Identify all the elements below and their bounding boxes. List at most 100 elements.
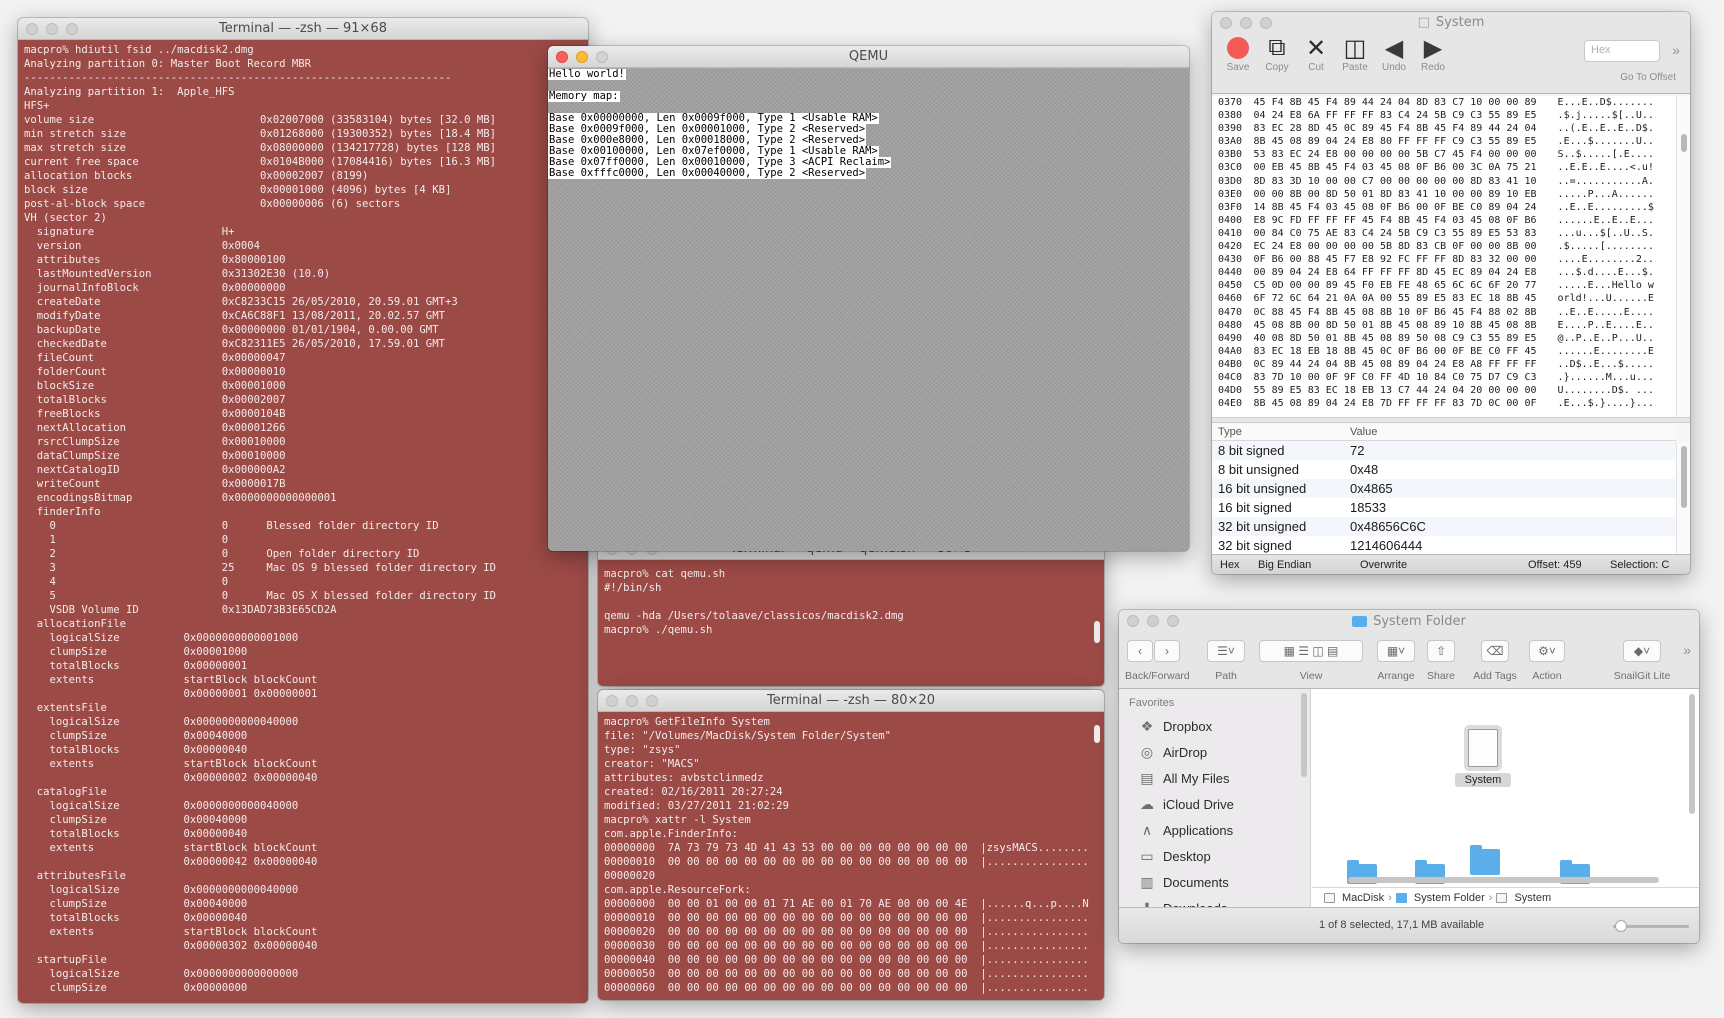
qemu-titlebar[interactable]: QEMU bbox=[548, 46, 1189, 68]
hex-bytes[interactable]: C5 0D 00 00 89 45 F0 EB FE 48 65 6C 6C 6… bbox=[1254, 279, 1558, 292]
hex-offset[interactable]: 0410 bbox=[1218, 227, 1254, 240]
traffic-lights[interactable] bbox=[1220, 17, 1272, 29]
hex-bytes[interactable]: E8 9C FD FF FF FF 45 F4 8B 45 F4 03 45 0… bbox=[1254, 214, 1558, 227]
hex-row[interactable]: 0370 45 F4 8B 45 F4 89 44 24 04 8D 83 C7 … bbox=[1212, 96, 1676, 109]
finder-window[interactable]: System Folder ‹ › Back/Forward ☰˅ Path ▦… bbox=[1119, 610, 1699, 943]
traffic-lights[interactable] bbox=[26, 23, 78, 35]
data-inspector[interactable]: Type Value 8 bit signed 72 8 bit unsigned 0… bbox=[1212, 424, 1676, 566]
hex-offset[interactable]: 04D0 bbox=[1218, 384, 1254, 397]
hex-dump-view[interactable]: 0370 45 F4 8B 45 F4 89 44 24 04 8D 83 C7 … bbox=[1212, 96, 1676, 417]
hex-row[interactable]: 0400 E8 9C FD FF FF FF 45 F4 8B 45 F4 03 … bbox=[1212, 214, 1676, 227]
hex-offset[interactable]: 04B0 bbox=[1218, 358, 1254, 371]
hex-bytes[interactable]: 00 89 04 24 E8 64 FF FF FF 8D 45 EC 89 0… bbox=[1254, 266, 1558, 279]
scroll-thumb[interactable] bbox=[1681, 446, 1687, 508]
hex-offset[interactable]: 0370 bbox=[1218, 96, 1254, 109]
file-item-system[interactable]: System bbox=[1455, 729, 1511, 787]
hex-row[interactable]: 0460 6F 72 6C 64 21 0A 0A 00 55 89 E5 83 … bbox=[1212, 292, 1676, 305]
terminal-qemu-scrollbar[interactable] bbox=[1090, 561, 1104, 686]
hex-row[interactable]: 04A0 83 EC 18 EB 18 8B 45 0C 0F B6 00 0F … bbox=[1212, 345, 1676, 358]
back-button[interactable]: ‹ bbox=[1127, 640, 1153, 662]
hex-ascii[interactable]: .}......M...u... bbox=[1558, 371, 1676, 384]
arrange-button[interactable]: ▦˅ bbox=[1377, 640, 1415, 662]
hex-bytes[interactable]: 8B 45 08 89 04 24 E8 80 FF FF FF C9 C3 5… bbox=[1254, 135, 1558, 148]
traffic-lights[interactable] bbox=[1127, 615, 1179, 627]
horizontal-scrollbar[interactable] bbox=[1348, 877, 1659, 883]
inspector-scrollbar[interactable] bbox=[1676, 442, 1690, 566]
hex-ascii[interactable]: .$.j.....$[..U.. bbox=[1558, 109, 1676, 122]
mode-indicator[interactable]: Hex bbox=[1220, 559, 1240, 571]
close-button[interactable] bbox=[556, 51, 568, 63]
inspector-row[interactable]: 32 bit signed 1214606444 bbox=[1212, 536, 1676, 555]
hex-row[interactable]: 0390 83 EC 28 8D 45 0C 89 45 F4 8B 45 F4 … bbox=[1212, 122, 1676, 135]
hex-dump-scrollbar[interactable] bbox=[1676, 96, 1690, 417]
redo-button[interactable]: ▶ Redo bbox=[1413, 34, 1453, 74]
hex-ascii[interactable]: S..$.....[.E.... bbox=[1558, 148, 1676, 161]
finder-sidebar[interactable]: Favorites ❖ Dropbox ◎ AirDrop ▤ All My Files ☁… bbox=[1119, 689, 1311, 907]
hex-ascii[interactable]: .E...$.......U.. bbox=[1558, 135, 1676, 148]
qemu-display[interactable]: Hello world! Memory map: Base 0x00000000, … bbox=[548, 69, 1189, 551]
hex-offset[interactable]: 03D0 bbox=[1218, 175, 1254, 188]
scroll-thumb[interactable] bbox=[1681, 134, 1687, 152]
hex-offset[interactable]: 0490 bbox=[1218, 332, 1254, 345]
hex-offset[interactable]: 0420 bbox=[1218, 240, 1254, 253]
hex-ascii[interactable]: .E...$.}....}... bbox=[1558, 397, 1676, 410]
zoom-button[interactable] bbox=[646, 695, 658, 707]
hex-bytes[interactable]: 40 08 8D 50 01 8B 45 08 89 50 08 C9 C3 5… bbox=[1254, 332, 1558, 345]
minimize-button[interactable] bbox=[46, 23, 58, 35]
hex-bytes[interactable]: 00 84 C0 75 AE 83 C4 24 5B C9 C3 55 89 E… bbox=[1254, 227, 1558, 240]
qemu-window[interactable]: QEMU Hello world! Memory map: Base 0x00000… bbox=[548, 46, 1189, 551]
hex-ascii[interactable]: ....E........2.. bbox=[1558, 253, 1676, 266]
hex-offset[interactable]: 0460 bbox=[1218, 292, 1254, 305]
hex-offset[interactable]: 0470 bbox=[1218, 306, 1254, 319]
traffic-lights[interactable] bbox=[556, 51, 608, 63]
hex-editor-titlebar[interactable]: □ System bbox=[1212, 12, 1690, 32]
scroll-thumb[interactable] bbox=[1301, 693, 1307, 777]
save-button[interactable]: Save bbox=[1218, 34, 1258, 73]
path-segment[interactable]: System Folder bbox=[1414, 892, 1485, 904]
hex-ascii[interactable]: ..E..E.....E.... bbox=[1558, 306, 1676, 319]
hex-ascii[interactable]: E....P..E....E.. bbox=[1558, 319, 1676, 332]
slider-knob[interactable] bbox=[1615, 920, 1627, 932]
hex-row[interactable]: 03A0 8B 45 08 89 04 24 E8 80 FF FF FF C9 … bbox=[1212, 135, 1676, 148]
hex-offset[interactable]: 04C0 bbox=[1218, 371, 1254, 384]
goto-offset-input[interactable]: Hex bbox=[1584, 40, 1660, 62]
path-bar[interactable]: MacDisk › System Folder › System bbox=[1312, 887, 1699, 907]
terminal-small-titlebar[interactable]: Terminal — -zsh — 80×20 bbox=[598, 690, 1104, 712]
minimize-button[interactable] bbox=[626, 695, 638, 707]
minimize-button[interactable] bbox=[576, 51, 588, 63]
hex-offset[interactable]: 0450 bbox=[1218, 279, 1254, 292]
sidebar-item-airdrop[interactable]: ◎ AirDrop bbox=[1119, 739, 1310, 765]
hex-row[interactable]: 0380 04 24 E8 6A FF FF FF 83 C4 24 5B C9 … bbox=[1212, 109, 1676, 122]
scroll-thumb[interactable] bbox=[1094, 621, 1100, 643]
hex-row[interactable]: 0470 0C 88 45 F4 8B 45 08 8B 10 0F B6 45 … bbox=[1212, 306, 1676, 319]
hex-editor-window[interactable]: □ System Save ⧉ Copy ✕ Cut ◫ Paste ◀ Und… bbox=[1212, 12, 1690, 574]
hex-offset[interactable]: 03A0 bbox=[1218, 135, 1254, 148]
snailgit-button[interactable]: ◆˅ bbox=[1623, 640, 1661, 662]
hex-row[interactable]: 0410 00 84 C0 75 AE 83 C4 24 5B C9 C3 55 … bbox=[1212, 227, 1676, 240]
path-segment[interactable]: MacDisk bbox=[1342, 892, 1384, 904]
zoom-button[interactable] bbox=[1167, 615, 1179, 627]
hex-row[interactable]: 03C0 00 EB 45 8B 45 F4 03 45 08 0F B6 00 … bbox=[1212, 161, 1676, 174]
hex-ascii[interactable]: ..E..E.........$ bbox=[1558, 201, 1676, 214]
hex-row[interactable]: 03E0 00 00 8B 00 8D 50 01 8D 83 41 10 00 … bbox=[1212, 188, 1676, 201]
minimize-button[interactable] bbox=[1240, 17, 1252, 29]
hex-offset[interactable]: 04A0 bbox=[1218, 345, 1254, 358]
traffic-lights[interactable] bbox=[606, 695, 658, 707]
content-scrollbar[interactable] bbox=[1687, 694, 1697, 824]
copy-button[interactable]: ⧉ Copy bbox=[1257, 34, 1297, 73]
hex-row[interactable]: 04B0 0C 89 44 24 04 8B 45 08 89 04 24 E8 … bbox=[1212, 358, 1676, 371]
paste-button[interactable]: ◫ Paste bbox=[1335, 34, 1375, 74]
hex-offset[interactable]: 0480 bbox=[1218, 319, 1254, 332]
forward-button[interactable]: › bbox=[1154, 640, 1180, 662]
hex-bytes[interactable]: 14 8B 45 F4 03 45 08 0F B6 00 0F BE C0 8… bbox=[1254, 201, 1558, 214]
inspector-row[interactable]: 32 bit unsigned 0x48656C6C bbox=[1212, 517, 1676, 536]
hex-bytes[interactable]: 0F B6 00 88 45 F7 E8 92 FC FF FF 8D 83 3… bbox=[1254, 253, 1558, 266]
inspector-row[interactable]: 16 bit unsigned 0x4865 bbox=[1212, 479, 1676, 498]
hex-bytes[interactable]: 45 08 8B 00 8D 50 01 8B 45 08 89 10 8B 4… bbox=[1254, 319, 1558, 332]
terminal-window-qemu[interactable]: Terminal — qemu • qemu.sh — 80×5 macpro%… bbox=[598, 538, 1104, 686]
chevron-right-icon[interactable]: » bbox=[1672, 42, 1680, 58]
hex-row[interactable]: 04D0 55 89 E5 83 EC 18 EB 13 C7 44 24 04 … bbox=[1212, 384, 1676, 397]
hex-bytes[interactable]: 53 83 EC 24 E8 00 00 00 00 5B C7 45 F4 0… bbox=[1254, 148, 1558, 161]
add-tags-button[interactable]: ⌫ bbox=[1481, 640, 1509, 662]
hex-offset[interactable]: 03E0 bbox=[1218, 188, 1254, 201]
